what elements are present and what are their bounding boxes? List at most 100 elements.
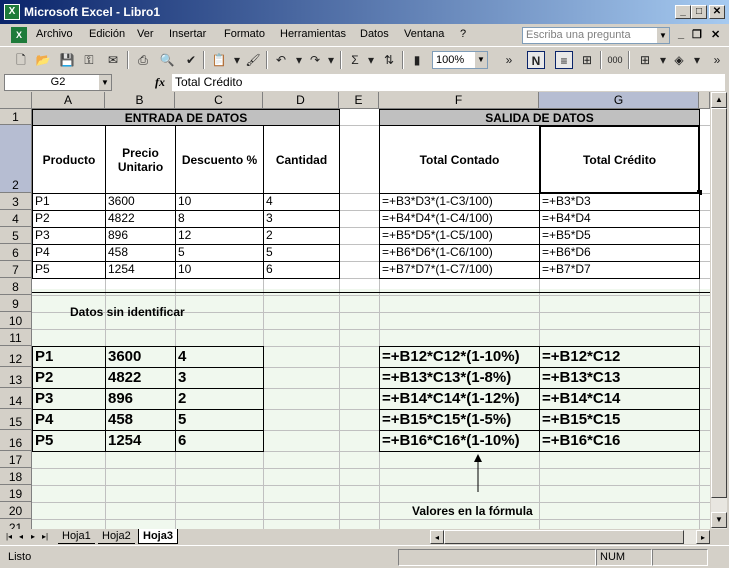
table-cell[interactable]: =+B7*D7*(1-C7/100) bbox=[379, 261, 540, 279]
chart-wizard-icon[interactable]: ▮ bbox=[408, 51, 426, 69]
table-cell[interactable]: 3 bbox=[175, 367, 264, 389]
chevron-down-icon[interactable]: ▼ bbox=[475, 52, 487, 68]
table-cell[interactable]: =+B14*C14 bbox=[539, 388, 700, 410]
fill-color-icon[interactable]: ◈ bbox=[670, 51, 688, 69]
print-preview-icon[interactable]: 🔍 bbox=[158, 51, 176, 69]
table-cell[interactable]: =+B3*D3 bbox=[539, 193, 700, 211]
menu-herramientas[interactable]: Herramientas bbox=[280, 28, 346, 40]
table-cell[interactable]: =+B15*C15*(1-5%) bbox=[379, 409, 540, 431]
menu-datos[interactable]: Datos bbox=[360, 28, 389, 40]
table-cell[interactable]: P4 bbox=[32, 409, 106, 431]
table-cell[interactable]: 5 bbox=[263, 244, 340, 262]
table-cell[interactable]: 4822 bbox=[105, 367, 176, 389]
table-cell[interactable]: =+B4*D4 bbox=[539, 210, 700, 228]
row-header-15[interactable]: 15 bbox=[0, 409, 32, 430]
row-header-5[interactable]: 5 bbox=[0, 227, 32, 244]
toolbar-options-icon[interactable]: » bbox=[500, 51, 518, 69]
table-cell[interactable]: 8 bbox=[175, 210, 264, 228]
table-cell[interactable]: P1 bbox=[32, 193, 106, 211]
table-cell[interactable]: =+B5*D5*(1-C5/100) bbox=[379, 227, 540, 245]
redo-dropdown-icon[interactable]: ▾ bbox=[322, 51, 340, 69]
bold-button[interactable]: N bbox=[527, 51, 545, 69]
row-header-9[interactable]: 9 bbox=[0, 295, 32, 312]
open-folder-icon[interactable]: 📂 bbox=[34, 51, 52, 69]
table-cell[interactable]: 3600 bbox=[105, 193, 176, 211]
table-cell[interactable]: 5 bbox=[175, 409, 264, 431]
table-cell[interactable]: 896 bbox=[105, 388, 176, 410]
row-header-6[interactable]: 6 bbox=[0, 244, 32, 261]
excel-app-icon[interactable]: X bbox=[4, 4, 20, 20]
table-cell[interactable]: P1 bbox=[32, 346, 106, 368]
scroll-down-button[interactable]: ▼ bbox=[711, 512, 727, 528]
scroll-up-button[interactable]: ▲ bbox=[711, 92, 727, 108]
row-header-10[interactable]: 10 bbox=[0, 312, 32, 329]
row-header-8[interactable]: 8 bbox=[0, 278, 32, 295]
column-header-g[interactable]: G bbox=[539, 92, 699, 109]
table-cell[interactable]: 10 bbox=[175, 261, 264, 279]
column-header-d[interactable]: D bbox=[263, 92, 339, 109]
table-cell[interactable]: 12 bbox=[175, 227, 264, 245]
tab-hoja1[interactable]: Hoja1 bbox=[58, 529, 95, 544]
close-button[interactable]: ✕ bbox=[709, 5, 725, 19]
sort-ascending-icon[interactable]: ⇅ bbox=[380, 51, 398, 69]
email-icon[interactable]: ✉ bbox=[104, 51, 122, 69]
row-header-3[interactable]: 3 bbox=[0, 193, 32, 210]
label-cantidad[interactable]: Cantidad bbox=[263, 125, 340, 194]
chevron-down-icon[interactable]: ▼ bbox=[99, 75, 111, 90]
scroll-left-button[interactable]: ◂ bbox=[430, 530, 444, 544]
menu-edicion[interactable]: Edición bbox=[89, 28, 125, 40]
table-cell[interactable]: 1254 bbox=[105, 430, 176, 452]
menu-ver[interactable]: Ver bbox=[137, 28, 154, 40]
autosum-dropdown-icon[interactable]: ▾ bbox=[362, 51, 380, 69]
worksheet-grid[interactable]: A B C D E F G 1 2 3 4 5 6 7 8 9 10 11 12… bbox=[0, 92, 710, 529]
row-header-19[interactable]: 19 bbox=[0, 485, 32, 502]
table-cell[interactable]: 6 bbox=[263, 261, 340, 279]
row-header-4[interactable]: 4 bbox=[0, 210, 32, 227]
row-header-13[interactable]: 13 bbox=[0, 367, 32, 388]
table-cell[interactable]: =+B5*D5 bbox=[539, 227, 700, 245]
format-painter-icon[interactable]: 🖌 bbox=[244, 51, 262, 69]
table-cell[interactable]: =+B6*D6 bbox=[539, 244, 700, 262]
column-header-b[interactable]: B bbox=[105, 92, 175, 109]
insert-function-icon[interactable]: fx bbox=[155, 75, 165, 90]
table-cell[interactable]: =+B7*D7 bbox=[539, 261, 700, 279]
workbook-restore-button[interactable]: ❐ bbox=[692, 28, 702, 41]
column-header-e[interactable]: E bbox=[339, 92, 379, 109]
table-cell[interactable]: =+B16*C16 bbox=[539, 430, 700, 452]
label-total-contado[interactable]: Total Contado bbox=[379, 125, 540, 194]
label-precio-unitario[interactable]: Precio Unitario bbox=[105, 125, 176, 194]
table-cell[interactable]: P3 bbox=[32, 227, 106, 245]
table-cell[interactable]: P2 bbox=[32, 210, 106, 228]
row-header-12[interactable]: 12 bbox=[0, 346, 32, 367]
save-icon[interactable]: 💾 bbox=[58, 51, 76, 69]
tab-hoja2[interactable]: Hoja2 bbox=[98, 529, 135, 544]
paste-icon[interactable]: 📋 bbox=[210, 51, 228, 69]
label-producto[interactable]: Producto bbox=[32, 125, 106, 194]
zoom-select[interactable]: 100% ▼ bbox=[432, 51, 488, 69]
ask-question-box[interactable]: Escriba una pregunta ▼ bbox=[522, 27, 670, 44]
table-cell[interactable]: 3 bbox=[263, 210, 340, 228]
table-cell[interactable]: 458 bbox=[105, 244, 176, 262]
table-cell[interactable]: 3600 bbox=[105, 346, 176, 368]
table-cell[interactable]: 4 bbox=[263, 193, 340, 211]
row-header-14[interactable]: 14 bbox=[0, 388, 32, 409]
formula-input[interactable]: Total Crédito bbox=[172, 74, 725, 91]
row-header-7[interactable]: 7 bbox=[0, 261, 32, 278]
spelling-icon[interactable]: ✔ bbox=[182, 51, 200, 69]
align-center-icon[interactable]: ≡ bbox=[555, 51, 573, 69]
vertical-scrollbar[interactable]: ▲ ▼ bbox=[710, 92, 727, 529]
menu-help[interactable]: ? bbox=[460, 28, 466, 40]
prev-sheet-icon[interactable]: ◂ bbox=[16, 531, 26, 543]
table-cell[interactable]: 10 bbox=[175, 193, 264, 211]
table-cell[interactable]: 4822 bbox=[105, 210, 176, 228]
tab-hoja3[interactable]: Hoja3 bbox=[138, 529, 178, 544]
scroll-right-button[interactable]: ▸ bbox=[696, 530, 710, 544]
menu-ventana[interactable]: Ventana bbox=[404, 28, 444, 40]
table-cell[interactable]: =+B4*D4*(1-C4/100) bbox=[379, 210, 540, 228]
table-cell[interactable]: P3 bbox=[32, 388, 106, 410]
row-header-1[interactable]: 1 bbox=[0, 109, 32, 125]
table-cell[interactable]: =+B14*C14*(1-12%) bbox=[379, 388, 540, 410]
table-cell[interactable]: =+B6*D6*(1-C6/100) bbox=[379, 244, 540, 262]
note-unidentified-data[interactable]: Datos sin identificar bbox=[70, 305, 185, 321]
print-icon[interactable]: ⎙ bbox=[134, 51, 152, 69]
